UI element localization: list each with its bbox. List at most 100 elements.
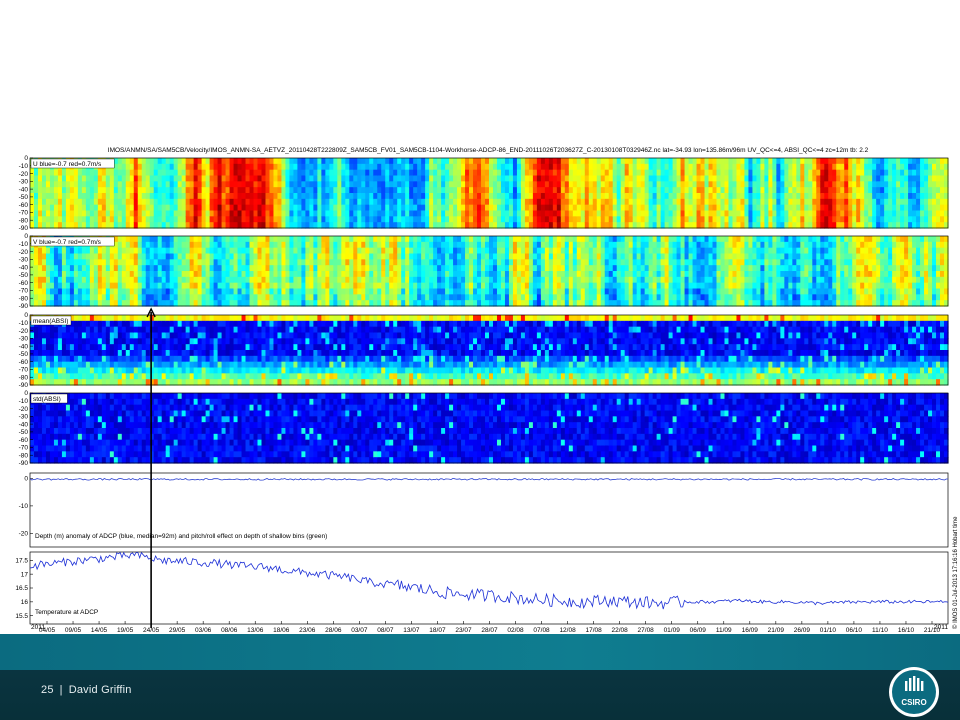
heatmap-cell xyxy=(516,271,522,278)
heatmap-column xyxy=(357,158,362,229)
heatmap-cell xyxy=(768,175,773,182)
heatmap-cell xyxy=(876,181,881,188)
heatmap-cell xyxy=(337,216,342,223)
heatmap-cell xyxy=(217,163,223,171)
heatmap-cell xyxy=(293,222,299,229)
heatmap-cell xyxy=(237,282,243,290)
heatmap-cell xyxy=(900,187,905,194)
heatmap-cell xyxy=(61,265,67,272)
heatmap-cell xyxy=(173,300,179,307)
heatmap-cell xyxy=(181,216,187,223)
heatmap-cell xyxy=(564,294,570,301)
heatmap-cell xyxy=(373,300,378,307)
heatmap-cell xyxy=(816,181,821,188)
heatmap-cell xyxy=(896,163,901,171)
heatmap-cell xyxy=(325,247,330,255)
heatmap-cell xyxy=(768,210,773,217)
heatmap-column xyxy=(161,158,167,229)
heatmap-cell xyxy=(341,175,346,182)
heatmap-cell xyxy=(73,187,79,194)
heatmap-cell xyxy=(229,300,235,307)
heatmap-cell xyxy=(209,163,215,171)
heatmap-cell xyxy=(49,222,55,229)
heatmap-cell xyxy=(337,259,342,266)
heatmap-cell xyxy=(353,187,358,194)
heatmap-cell xyxy=(568,222,574,229)
heatmap-cell xyxy=(612,294,618,301)
heatmap-column xyxy=(97,158,103,229)
heatmap-cell xyxy=(465,158,470,165)
heatmap-cell xyxy=(784,181,789,188)
heatmap-cell xyxy=(508,210,514,217)
heatmap-cell xyxy=(65,204,71,212)
heatmap-cell xyxy=(892,169,897,177)
heatmap-column xyxy=(337,236,342,307)
heatmap-cell xyxy=(628,247,634,255)
heatmap-cell xyxy=(257,193,263,200)
heatmap-cell xyxy=(580,259,586,266)
heatmap-cell xyxy=(221,158,227,165)
heatmap-cell xyxy=(321,253,326,260)
heatmap-cell xyxy=(169,193,175,200)
heatmap-cell xyxy=(504,276,510,284)
heatmap-cell xyxy=(157,294,163,301)
heatmap-cell xyxy=(812,198,817,206)
heatmap-cell xyxy=(848,175,853,182)
heatmap-cell xyxy=(53,193,59,200)
heatmap-cell xyxy=(225,158,231,165)
heatmap-cell xyxy=(441,259,446,266)
heatmap-cell xyxy=(489,259,494,266)
heatmap-cell xyxy=(429,271,434,278)
heatmap-cell xyxy=(409,216,414,223)
heatmap-column xyxy=(281,158,287,229)
heatmap-cell xyxy=(608,175,614,182)
heatmap-cell xyxy=(233,253,239,260)
heatmap-cell xyxy=(397,210,402,217)
heatmap-cell xyxy=(61,300,67,307)
heatmap-cell xyxy=(644,175,650,182)
heatmap-cell xyxy=(485,300,490,307)
heatmap-cell xyxy=(309,187,314,194)
heatmap-cell xyxy=(193,300,199,307)
heatmap-cell xyxy=(820,204,825,212)
heatmap-column xyxy=(277,158,283,229)
heatmap-column xyxy=(580,158,586,229)
heatmap-cell xyxy=(301,236,306,243)
heatmap-column xyxy=(181,236,187,307)
heatmap-cell xyxy=(696,210,702,217)
heatmap-cell xyxy=(377,222,382,229)
heatmap-column xyxy=(273,236,279,307)
heatmap-cell xyxy=(760,204,765,212)
heatmap-cell xyxy=(349,300,354,307)
heatmap-cell xyxy=(65,169,71,177)
heatmap-cell xyxy=(437,282,442,290)
heatmap-cell xyxy=(301,259,306,266)
heatmap-column xyxy=(760,158,765,229)
heatmap-cell xyxy=(425,169,430,177)
heatmap-column xyxy=(245,158,251,229)
heatmap-cell xyxy=(556,216,562,223)
heatmap-cell xyxy=(361,163,366,171)
heatmap-cell xyxy=(401,247,406,255)
heatmap-cell xyxy=(528,253,534,260)
heatmap-cell xyxy=(205,300,211,307)
heatmap-cell xyxy=(213,276,219,284)
heatmap-cell xyxy=(389,175,394,182)
heatmap-cell xyxy=(560,158,566,165)
heatmap-cell xyxy=(512,158,518,165)
heatmap-cell xyxy=(193,282,199,290)
heatmap-cell xyxy=(65,253,71,260)
heatmap-cell xyxy=(840,193,845,200)
heatmap-cell xyxy=(441,294,446,301)
heatmap-cell xyxy=(449,163,454,171)
heatmap-cell xyxy=(245,158,251,165)
heatmap-column xyxy=(345,158,350,229)
heatmap-cell xyxy=(532,222,538,229)
heatmap-cell xyxy=(373,282,378,290)
heatmap-cell xyxy=(756,216,762,223)
heatmap-cell xyxy=(249,265,255,272)
heatmap-cell xyxy=(309,193,314,200)
heatmap-cell xyxy=(532,271,538,278)
heatmap-cell xyxy=(153,222,159,229)
heatmap-cell xyxy=(441,241,446,249)
